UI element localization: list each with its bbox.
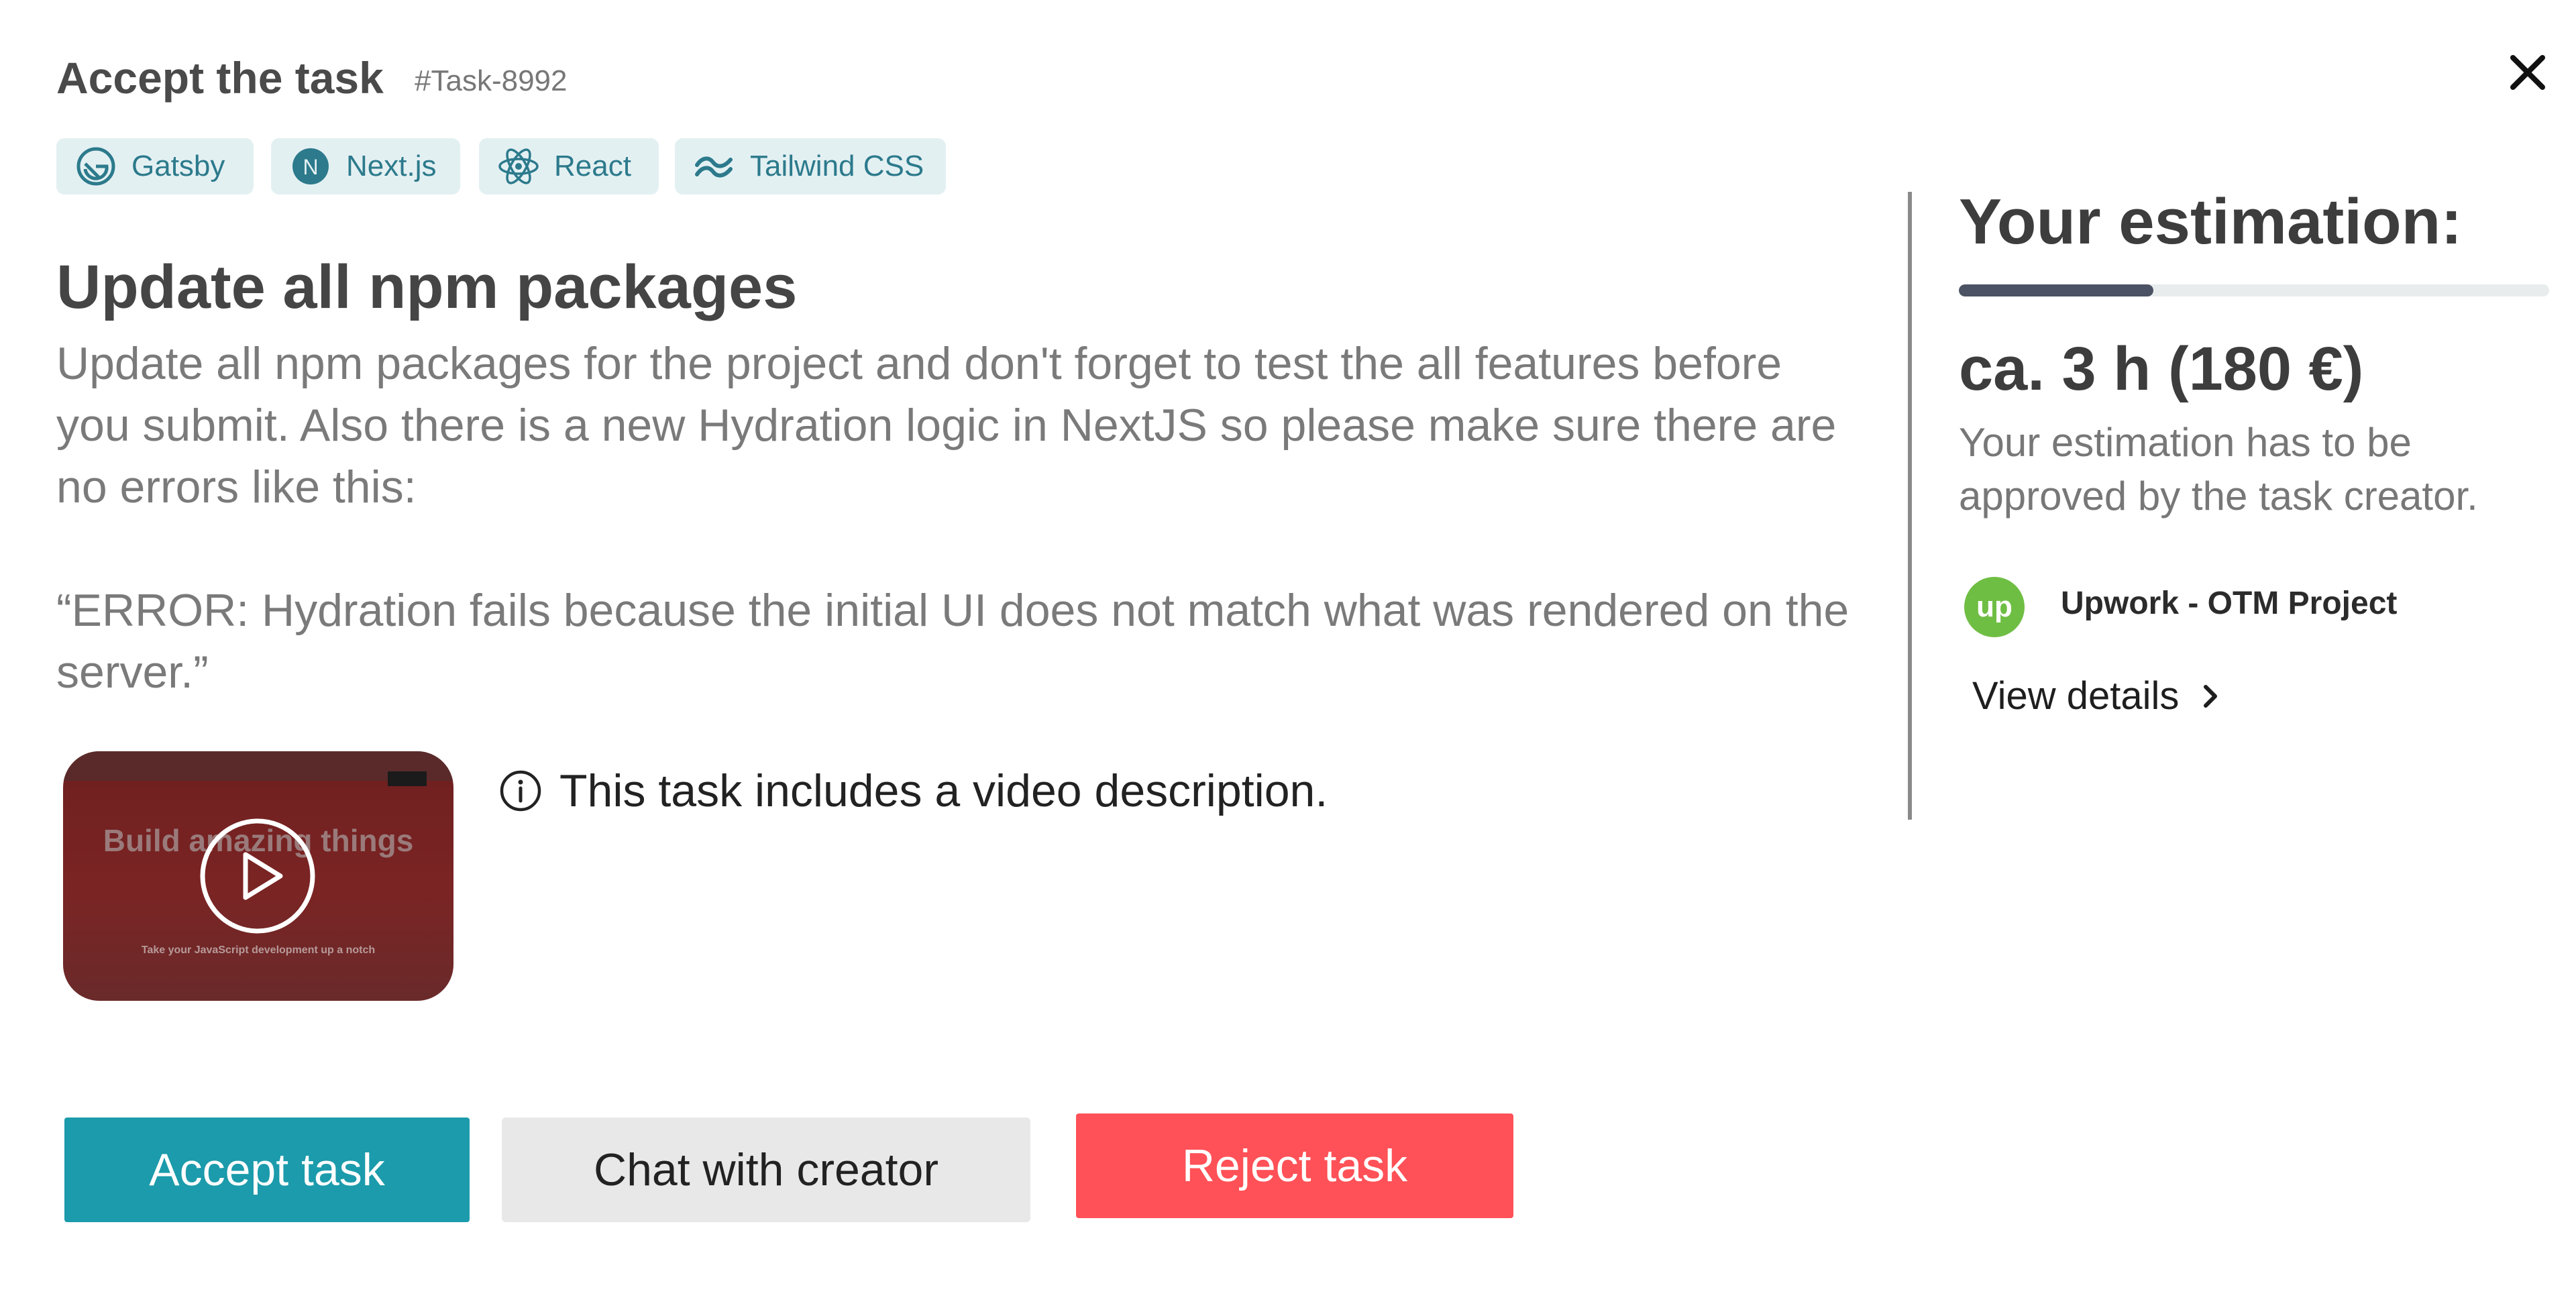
task-description: Update all npm packages for the project …	[56, 333, 1868, 703]
panel-divider	[1908, 192, 1912, 820]
estimation-progress-bar	[1959, 284, 2549, 296]
tag-label: React	[554, 150, 631, 182]
view-details-label: View details	[1972, 674, 2180, 718]
tag-label: Gatsby	[131, 150, 225, 182]
client-name: Upwork - OTM Project	[2061, 586, 2398, 621]
close-icon	[2510, 55, 2545, 90]
react-icon	[496, 144, 541, 188]
reject-task-button[interactable]: Reject task	[1076, 1113, 1513, 1218]
tag-nextjs: N Next.js	[271, 138, 460, 195]
svg-text:N: N	[303, 155, 318, 179]
dialog-title: Accept the task	[56, 53, 384, 103]
tailwind-icon	[692, 144, 737, 188]
video-info-text: This task includes a video description.	[559, 765, 1328, 816]
error-quote: “ERROR: Hydration fails because the init…	[56, 585, 1849, 698]
tag-label: Tailwind CSS	[750, 150, 924, 182]
task-id: #Task-8992	[415, 64, 568, 97]
video-thumbnail[interactable]: Build amazing things Take your JavaScrip…	[63, 751, 453, 1001]
tag-gatsby: Gatsby	[56, 138, 254, 195]
thumbnail-subline: Take your JavaScript development up a no…	[141, 944, 376, 956]
info-icon	[500, 770, 541, 812]
upwork-logo: up	[1964, 577, 2025, 637]
tag-tailwind: Tailwind CSS	[675, 138, 946, 195]
close-button[interactable]	[2494, 39, 2561, 106]
nextjs-icon: N	[288, 144, 333, 188]
chevron-right-icon	[2204, 684, 2218, 708]
chat-with-creator-button[interactable]: Chat with creator	[502, 1118, 1030, 1222]
tag-react: React	[479, 138, 659, 195]
estimation-progress-fill	[1959, 284, 2154, 296]
play-icon[interactable]	[199, 817, 317, 935]
task-title: Update all npm packages	[56, 253, 798, 321]
estimation-title: Your estimation:	[1959, 186, 2463, 258]
estimation-value: ca. 3 h (180 €)	[1959, 335, 2364, 403]
description-paragraph: Update all npm packages for the project …	[56, 338, 1837, 512]
estimation-note: Your estimation has to be approved by th…	[1959, 420, 2478, 519]
accept-task-button[interactable]: Accept task	[64, 1118, 470, 1222]
tag-label: Next.js	[346, 150, 437, 182]
gatsby-icon	[74, 144, 118, 188]
video-info: This task includes a video description.	[499, 765, 1328, 817]
thumbnail-nav-button	[388, 771, 427, 786]
view-details-link[interactable]: View details	[1972, 673, 2226, 718]
